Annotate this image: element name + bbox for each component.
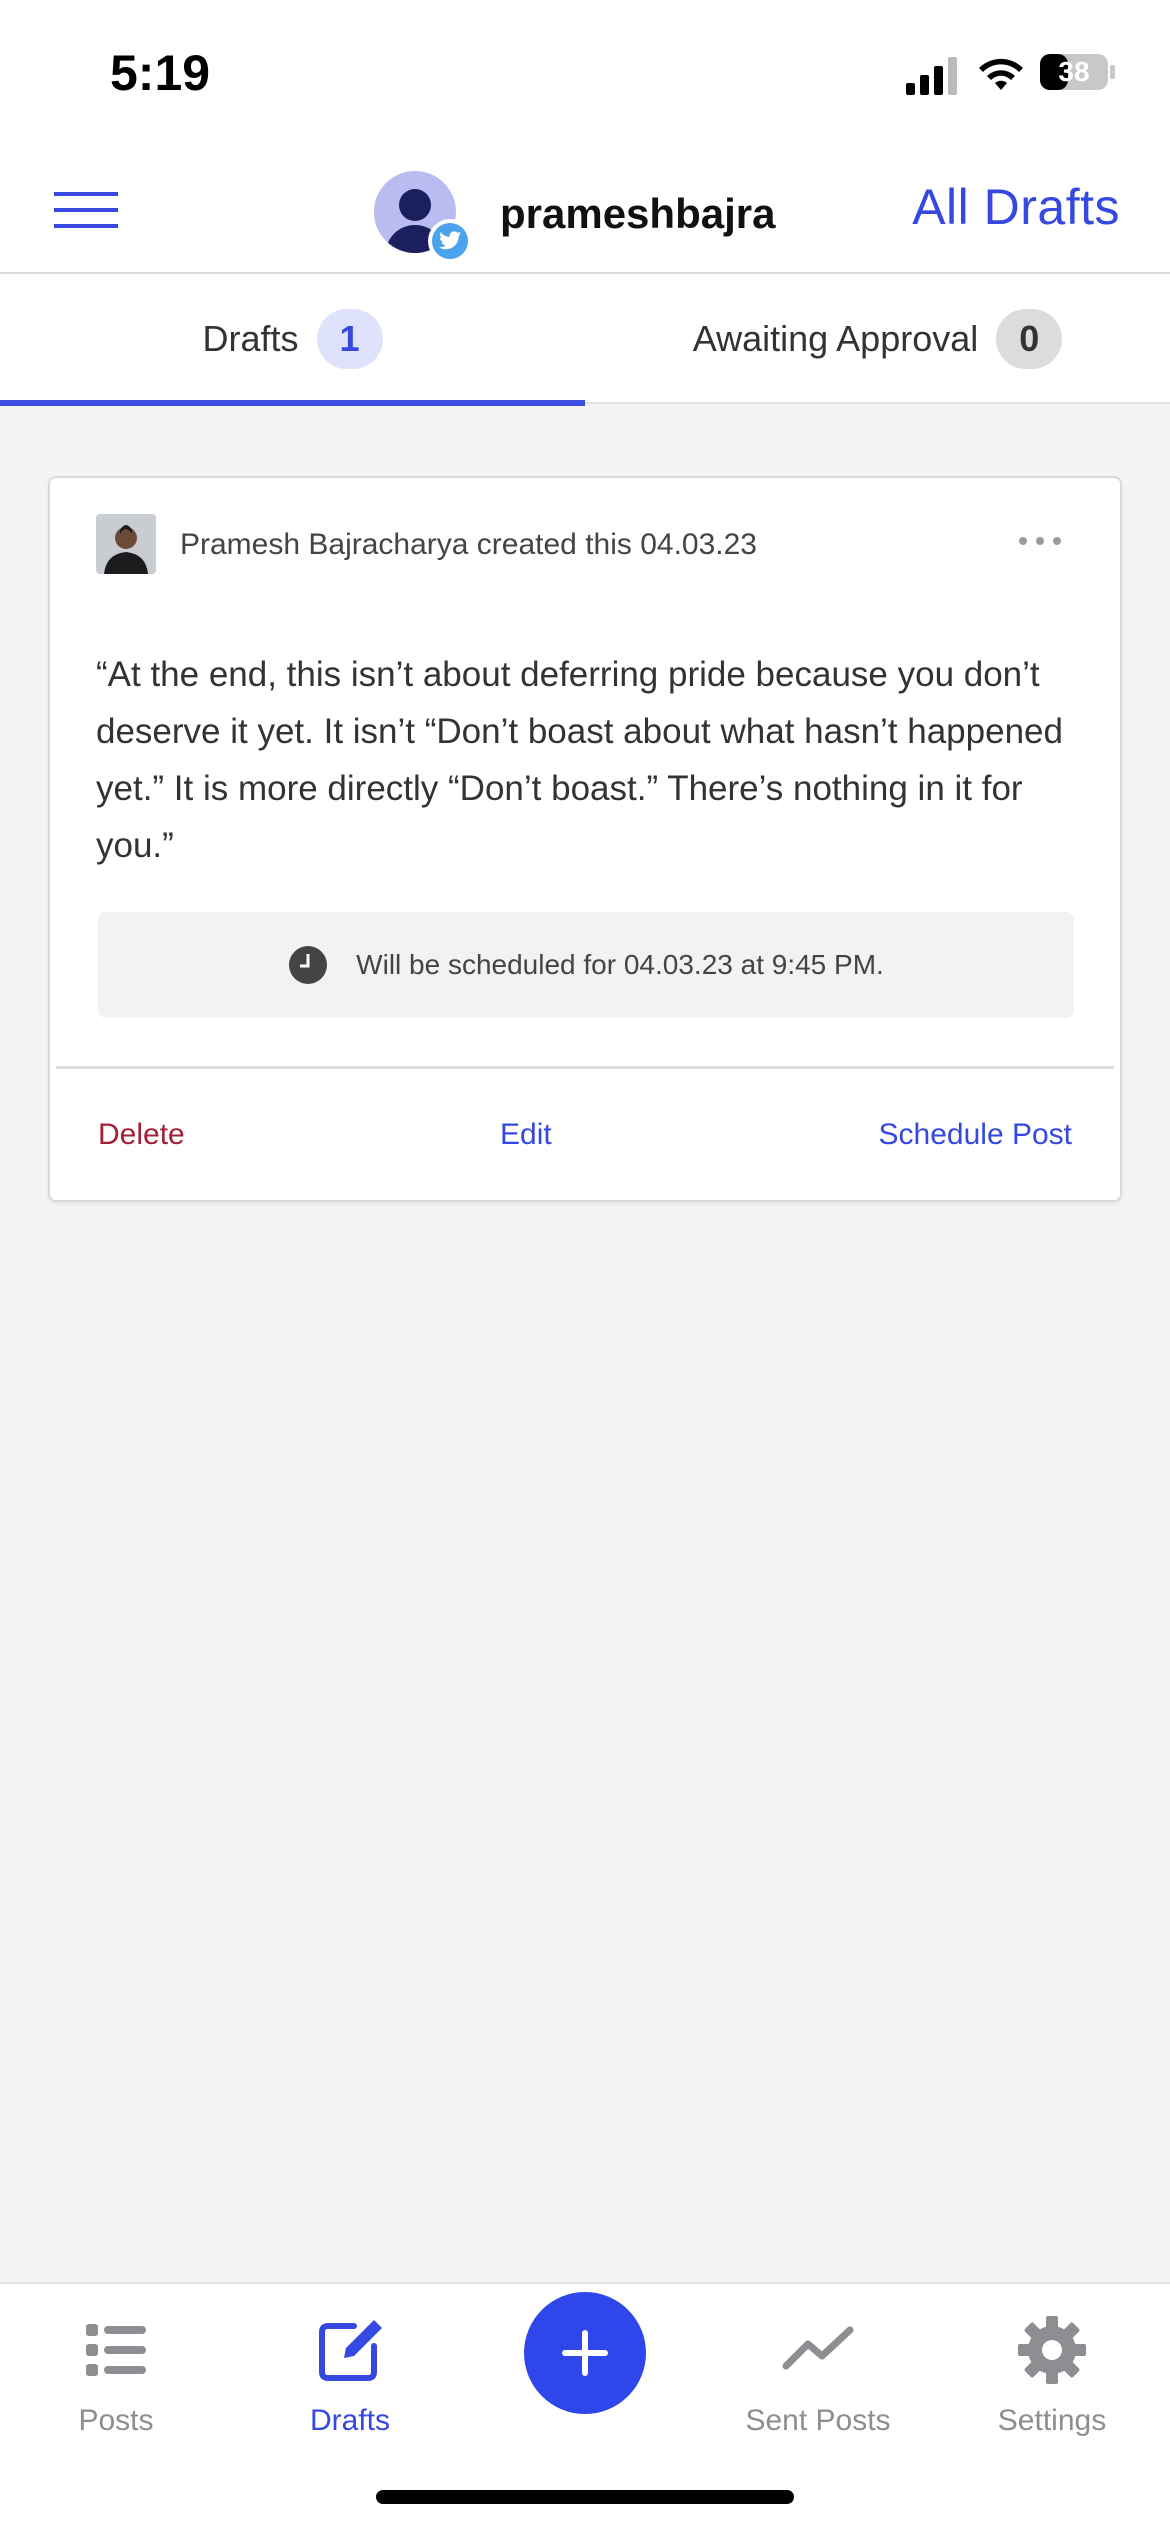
twitter-icon — [428, 219, 472, 263]
schedule-info: Will be scheduled for 04.03.23 at 9:45 P… — [98, 912, 1074, 1018]
draft-text: “At the end, this isn’t about deferring … — [96, 655, 1063, 865]
home-indicator — [376, 2490, 794, 2504]
app-header: prameshbajra All Drafts — [0, 150, 1170, 274]
card-divider — [56, 1066, 1114, 1069]
list-icon — [86, 2324, 146, 2376]
all-drafts-button[interactable]: All Drafts — [912, 178, 1120, 236]
wifi-icon — [979, 58, 1023, 90]
count-badge: 1 — [316, 309, 383, 369]
nav-drafts[interactable]: Drafts — [250, 2304, 450, 2464]
nav-settings[interactable]: Settings — [952, 2304, 1152, 2464]
status-bar: 5:19 38 — [0, 0, 1170, 150]
plus-icon — [562, 2330, 608, 2376]
new-post-button[interactable] — [524, 2292, 646, 2414]
nav-label: Posts — [78, 2404, 154, 2437]
delete-button[interactable]: Delete — [98, 1118, 185, 1152]
avatar — [374, 171, 472, 263]
schedule-text: Will be scheduled for 04.03.23 at 9:45 P… — [356, 949, 884, 980]
battery-icon: 38 — [1040, 52, 1116, 92]
hamburger-menu-icon[interactable] — [52, 186, 120, 234]
edit-button[interactable]: Edit — [500, 1118, 552, 1152]
clock-icon — [289, 946, 328, 984]
count-badge: 0 — [996, 309, 1063, 369]
gear-icon — [1018, 2316, 1086, 2384]
nav-label: Sent Posts — [745, 2404, 891, 2437]
tab-label: Awaiting Approval — [692, 318, 979, 359]
author-avatar — [96, 514, 156, 574]
tab-label: Drafts — [202, 318, 299, 359]
schedule-post-button[interactable]: Schedule Post — [879, 1118, 1072, 1152]
tab-bar: Drafts 1 Awaiting Approval 0 — [0, 274, 1170, 406]
nav-label: Drafts — [309, 2404, 390, 2437]
status-time: 5:19 — [110, 45, 211, 101]
nav-sent-posts[interactable]: Sent Posts — [718, 2304, 918, 2464]
more-options-icon[interactable] — [1018, 536, 1062, 546]
account-switcher[interactable]: prameshbajra — [374, 166, 776, 263]
username: prameshbajra — [500, 190, 776, 237]
nav-label: Settings — [997, 2404, 1107, 2437]
trend-icon — [782, 2326, 854, 2370]
tab-drafts[interactable]: Drafts 1 — [0, 274, 585, 406]
cellular-signal-icon — [906, 57, 957, 95]
author-line: Pramesh Bajracharya created this 04.03.2… — [180, 528, 757, 561]
nav-posts[interactable]: Posts — [16, 2304, 216, 2464]
battery-level: 38 — [1058, 56, 1090, 87]
active-tab-indicator — [0, 400, 585, 406]
edit-icon — [319, 2320, 382, 2381]
draft-card[interactable]: Pramesh Bajracharya created this 04.03.2… — [48, 476, 1122, 1202]
tab-awaiting-approval[interactable]: Awaiting Approval 0 — [585, 274, 1170, 404]
